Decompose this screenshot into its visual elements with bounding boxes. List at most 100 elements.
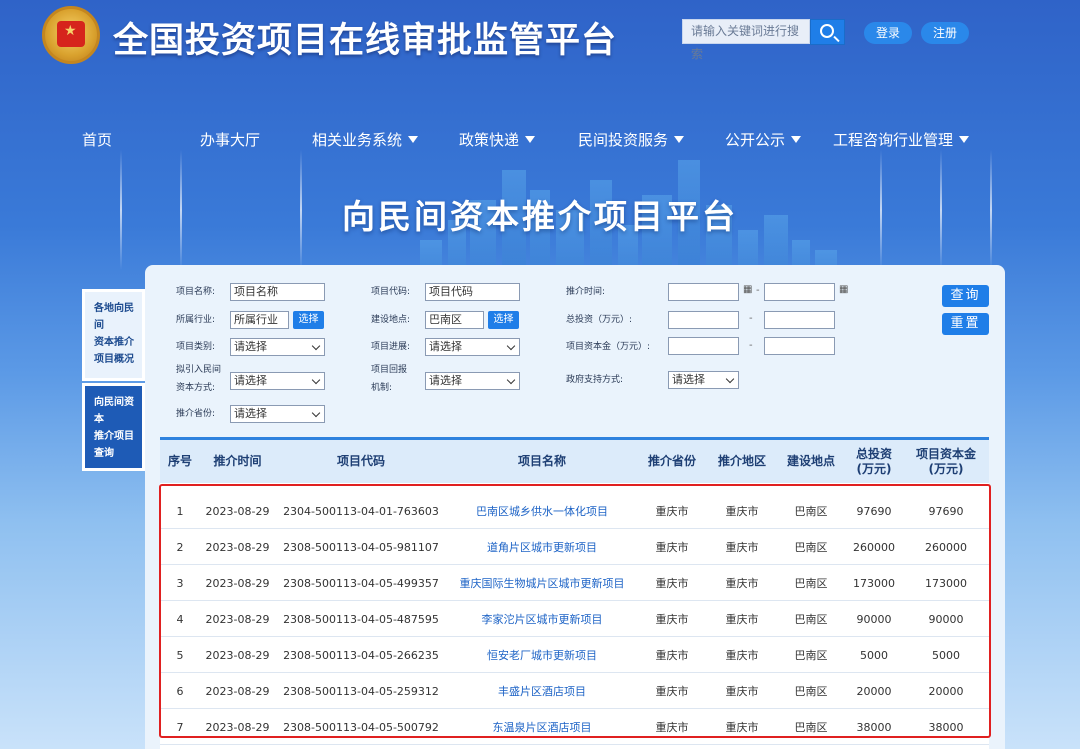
cell-date: 2023-08-29: [205, 576, 270, 590]
date-end-input[interactable]: [764, 283, 835, 301]
cell-capital: 20000: [928, 684, 964, 698]
table-row[interactable]: 5 2023-08-29 2308-500113-04-05-266235 恒安老厂城…: [160, 637, 989, 673]
chevron-down-icon: [959, 136, 970, 143]
chevron-down-icon: [791, 136, 802, 143]
column-header-total: 总投资 (万元): [855, 446, 892, 476]
cell-region: 重庆市: [725, 613, 759, 626]
progress-select[interactable]: 请选择: [425, 338, 520, 356]
column-header-region: 推介地区: [717, 454, 766, 468]
location-pick-button[interactable]: 选择: [488, 311, 519, 329]
search-input[interactable]: 请输入关键词进行搜索: [682, 19, 810, 61]
cell-code: 2308-500113-04-05-259312: [283, 684, 439, 698]
cell-region: 重庆市: [725, 577, 759, 590]
cell-capital: 90000: [928, 612, 964, 626]
search-button[interactable]: [810, 19, 845, 45]
column-header-province: 推介省份: [647, 454, 696, 468]
total-invest-label: 总投资（万元）:: [566, 315, 633, 325]
cell-total: 20000: [856, 684, 892, 698]
cell-code: 2308-500113-04-05-266235: [283, 648, 439, 662]
table-row[interactable]: 3 2023-08-29 2308-500113-04-05-499357 重庆国际生…: [160, 565, 989, 601]
column-header-date: 推介时间: [213, 454, 262, 468]
nav-service-hall[interactable]: 办事大厅: [200, 129, 260, 150]
project-code-input[interactable]: 项目代码: [425, 283, 520, 301]
gov-support-label: 政府支持方式:: [566, 375, 624, 385]
gov-support-select[interactable]: 请选择: [668, 371, 739, 389]
site-title: 全国投资项目在线审批监管平台: [113, 21, 618, 61]
attract-label-2: 资本方式:: [176, 383, 216, 393]
cell-region: 重庆市: [725, 685, 759, 698]
cell-code: 2308-500113-04-05-500792: [283, 720, 439, 734]
nav-home[interactable]: 首页: [82, 129, 112, 150]
cell-code: 2308-500113-04-05-487595: [283, 612, 439, 626]
cell-region: 重庆市: [725, 505, 759, 518]
project-name-link[interactable]: 巴南区城乡供水一体化项目: [447, 493, 637, 529]
cell-total: 5000: [860, 648, 888, 662]
date-start-input[interactable]: [668, 283, 739, 301]
project-name-link[interactable]: 恒安老厂城市更新项目: [447, 637, 637, 673]
nav-consulting-management[interactable]: 工程咨询行业管理: [833, 129, 970, 150]
table-row[interactable]: 2 2023-08-29 2308-500113-04-05-981107 道角片区城…: [160, 529, 989, 565]
query-button[interactable]: 查询: [942, 285, 989, 307]
chevron-down-icon: [408, 136, 419, 143]
location-input[interactable]: 巴南区: [425, 311, 484, 329]
cell-location: 巴南区: [794, 541, 828, 554]
cell-code: 2308-500113-04-05-981107: [283, 540, 439, 554]
cell-capital: 260000: [925, 540, 967, 554]
side-tab-project-overview[interactable]: 各地向民间 资本推介 项目概况: [82, 289, 145, 381]
project-name-link[interactable]: 丰盛片区酒店项目: [447, 673, 637, 709]
cell-code: 2304-500113-04-01-763603: [283, 504, 439, 518]
calendar-icon[interactable]: ▦: [839, 284, 848, 295]
side-tab-project-query[interactable]: 向民间资本 推介项目 查询: [82, 383, 145, 471]
project-name-input[interactable]: 项目名称: [230, 283, 325, 301]
cell-province: 重庆市: [655, 721, 689, 734]
capital-min-input[interactable]: [668, 337, 739, 355]
date-label: 推介时间:: [566, 287, 606, 297]
attract-method-select[interactable]: 请选择: [230, 372, 325, 390]
nav-private-investment[interactable]: 民间投资服务: [578, 129, 685, 150]
login-button[interactable]: 登录: [864, 22, 912, 44]
reset-button[interactable]: 重置: [942, 313, 989, 335]
province-select[interactable]: 请选择: [230, 405, 325, 423]
table-header: 序号 推介时间 项目代码 项目名称 推介省份 推介地区 建设地点 总投资 (万元) 项目资本金 …: [160, 437, 989, 483]
cell-date: 2023-08-29: [205, 504, 270, 518]
capital-max-input[interactable]: [764, 337, 835, 355]
location-label: 建设地点:: [371, 315, 411, 325]
return-mechanism-select[interactable]: 请选择: [425, 372, 520, 390]
industry-pick-button[interactable]: 选择: [293, 311, 324, 329]
cell-code: 2308-500113-04-05-499357: [283, 576, 439, 590]
project-name-link[interactable]: 道角片区城市更新项目: [447, 529, 637, 565]
return-label-2: 机制:: [371, 383, 393, 393]
cell-location: 巴南区: [794, 577, 828, 590]
total-invest-min-input[interactable]: [668, 311, 739, 329]
nav-public-notice[interactable]: 公开公示: [725, 129, 802, 150]
table-row[interactable]: 6 2023-08-29 2308-500113-04-05-259312 丰盛片区酒…: [160, 673, 989, 709]
table-row[interactable]: 1 2023-08-29 2304-500113-04-01-763603 巴南区城乡…: [160, 493, 989, 529]
chevron-down-icon: [674, 136, 685, 143]
cell-region: 重庆市: [725, 649, 759, 662]
project-name-link[interactable]: 重庆国际生物城片区城市更新项目: [447, 565, 637, 601]
cell-total: 38000: [856, 720, 892, 734]
total-invest-max-input[interactable]: [764, 311, 835, 329]
register-button[interactable]: 注册: [921, 22, 969, 44]
cell-province: 重庆市: [655, 685, 689, 698]
cell-total: 97690: [856, 504, 892, 518]
cell-location: 巴南区: [794, 721, 828, 734]
main-nav: 首页 办事大厅 相关业务系统 政策快递 民间投资服务 公开公示 工程咨询行业管理: [0, 129, 1080, 151]
nav-policy-express[interactable]: 政策快递: [459, 129, 536, 150]
cell-capital: 97690: [928, 504, 964, 518]
cell-capital: 5000: [932, 648, 960, 662]
column-header-name: 项目名称: [517, 454, 566, 468]
category-select[interactable]: 请选择: [230, 338, 325, 356]
table-row[interactable]: 4 2023-08-29 2308-500113-04-05-487595 李家沱片区…: [160, 601, 989, 637]
calendar-icon[interactable]: ▦: [743, 284, 752, 295]
cell-capital: 173000: [925, 576, 967, 590]
project-name-link[interactable]: 李家沱片区城市更新项目: [447, 601, 637, 637]
project-name-link[interactable]: 东温泉片区酒店项目: [447, 709, 637, 745]
total-range-dash: -: [749, 313, 753, 324]
table-row[interactable]: 7 2023-08-29 2308-500113-04-05-500792 东温泉片区…: [160, 709, 989, 745]
cell-date: 2023-08-29: [205, 720, 270, 734]
industry-input[interactable]: 所属行业: [230, 311, 289, 329]
cell-date: 2023-08-29: [205, 612, 270, 626]
province-label: 推介省份:: [176, 409, 216, 419]
nav-related-systems[interactable]: 相关业务系统: [312, 129, 419, 150]
